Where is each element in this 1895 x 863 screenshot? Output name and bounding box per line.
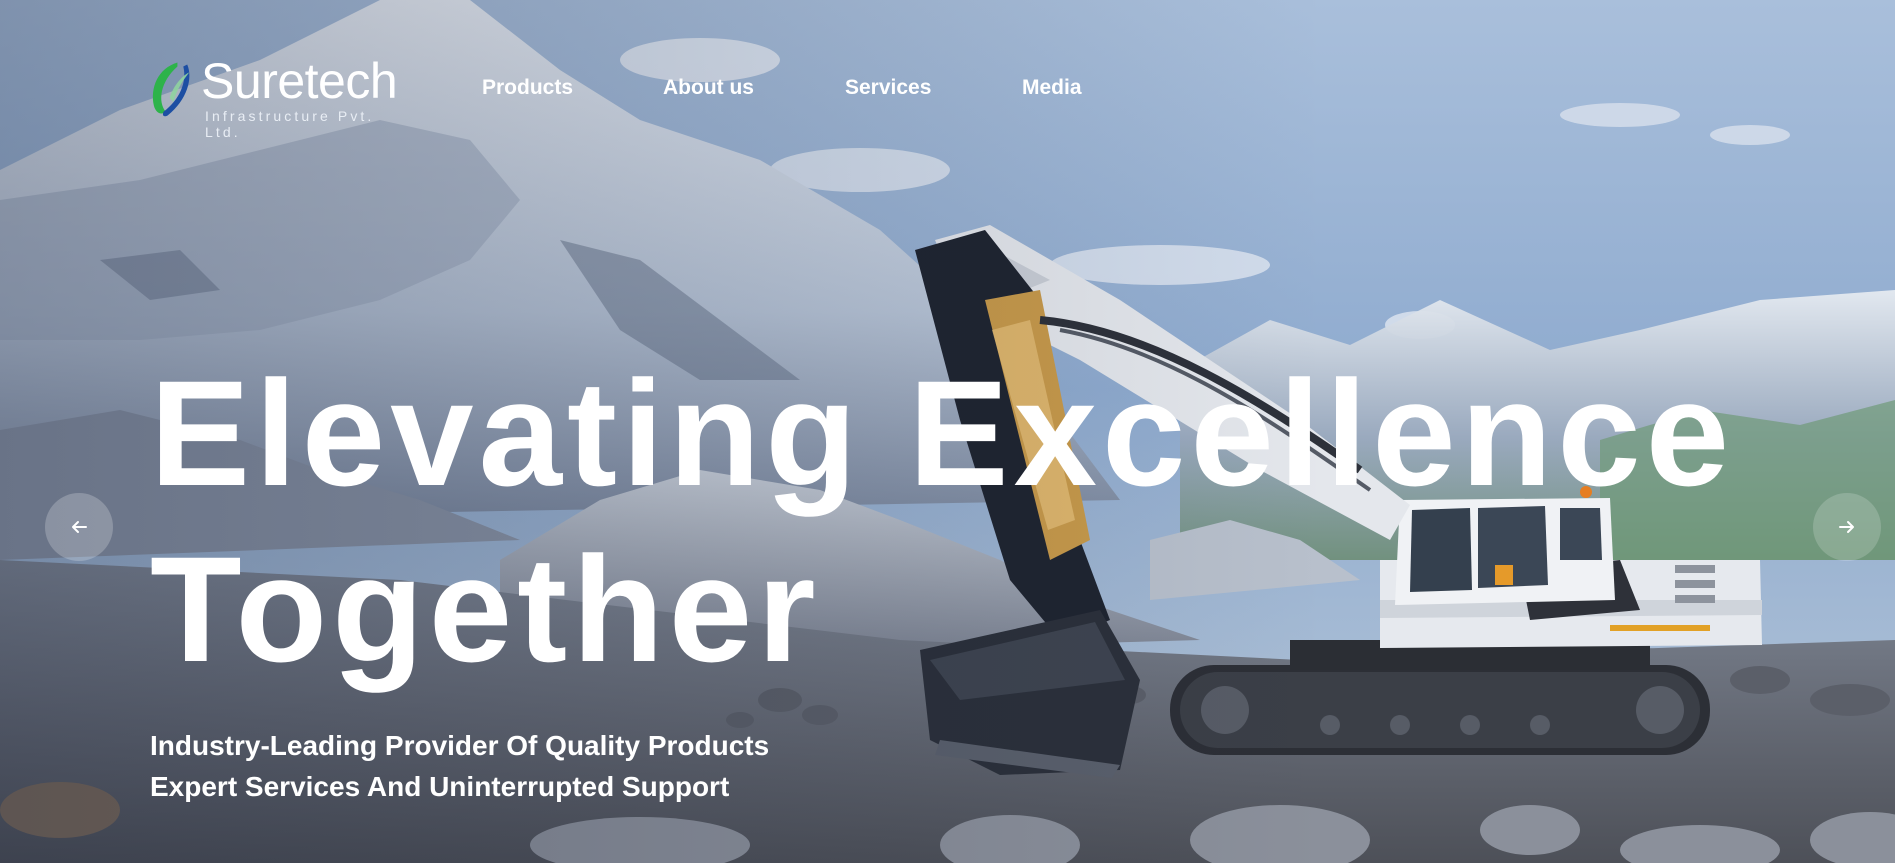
brand-logo[interactable]: Suretech Infrastructure Pvt. Ltd. — [148, 56, 413, 140]
carousel-next-button[interactable] — [1813, 493, 1881, 561]
nav-item-products[interactable]: Products — [482, 76, 663, 100]
suretech-logo-icon — [152, 62, 190, 117]
hero-headline-line-2: Together — [150, 525, 821, 693]
carousel-prev-button[interactable] — [45, 493, 113, 561]
brand-name: Suretech — [201, 53, 398, 109]
site-header: Suretech Infrastructure Pvt. Ltd. Produc… — [0, 0, 1895, 180]
hero-section: Suretech Infrastructure Pvt. Ltd. Produc… — [0, 0, 1895, 863]
nav-item-media[interactable]: Media — [1022, 76, 1102, 100]
arrow-left-icon — [72, 521, 87, 533]
nav-item-about-us[interactable]: About us — [663, 76, 845, 100]
hero-headline-line-1: Elevating Excellence — [150, 349, 1735, 517]
hero-subtext: Industry-Leading Provider Of Quality Pro… — [150, 730, 770, 802]
hero-headline: Elevating Excellence Together — [150, 345, 1734, 697]
brand-text: Suretech Infrastructure Pvt. Ltd. — [201, 56, 413, 140]
nav-item-services[interactable]: Services — [845, 76, 1022, 100]
brand-tagline: Infrastructure Pvt. Ltd. — [205, 108, 375, 140]
arrow-right-icon — [1839, 521, 1854, 533]
main-nav: Products About us Services Media — [482, 76, 1102, 100]
